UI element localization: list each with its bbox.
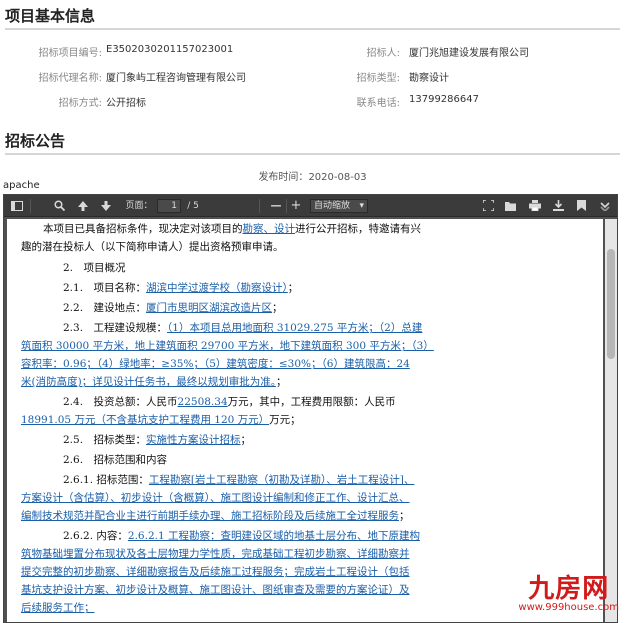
toolbar-separator bbox=[259, 199, 260, 213]
toolbar-separator bbox=[286, 199, 287, 213]
info-label-agent: 招标代理名称: bbox=[38, 73, 102, 84]
doc-line: 编制技术规范并配合业主进行前期手续办理、施工招标阶段及后续施工全过程服务； bbox=[21, 510, 410, 522]
watermark-logo: 九房网 bbox=[528, 574, 610, 604]
more-tools-icon[interactable] bbox=[598, 195, 612, 217]
doc-line: 2.6.1. 招标范围：工程勘察[岩土工程勘察（初勘及详勘）、岩土工程设计]、 bbox=[63, 474, 415, 486]
section-title-announcement: 招标公告 bbox=[5, 132, 66, 150]
info-value-tender-method: 公开招标 bbox=[106, 98, 146, 109]
zoom-out-button[interactable]: — bbox=[269, 195, 283, 217]
info-label-phone: 联系电话: bbox=[356, 98, 400, 109]
doc-line: 2.6. 招标范围和内容 bbox=[63, 454, 168, 466]
publish-date: 发布时间：2020-08-03 bbox=[0, 168, 625, 183]
info-label-tender-type: 招标类型: bbox=[356, 73, 400, 84]
publish-date-value: 2020-08-03 bbox=[308, 172, 367, 183]
info-value-tender-type: 勘察设计 bbox=[409, 73, 449, 84]
apache-label: apache bbox=[3, 180, 40, 191]
doc-line: 18991.05 万元（不含基坑支护工程费用 120 万元）万元； bbox=[21, 414, 301, 426]
presentation-mode-icon[interactable] bbox=[481, 195, 495, 217]
bookmark-icon[interactable] bbox=[574, 195, 588, 217]
doc-line: 2.4. 投资总额：人民币22508.34万元，其中，工程费用限额：人民币 bbox=[63, 396, 396, 408]
search-icon[interactable] bbox=[52, 195, 66, 217]
info-value-project-code: E3502030201157023001 bbox=[106, 44, 234, 55]
info-value-agent: 厦门象屿工程咨询管理有限公司 bbox=[106, 73, 246, 84]
info-label-tenderer: 招标人: bbox=[366, 48, 400, 59]
info-value-tenderer: 厦门兆旭建设发展有限公司 bbox=[409, 48, 529, 59]
doc-line: 2.6.2. 内容：2.6.2.1 工程勘察：查明建设区域的地基土层分布、地下原… bbox=[63, 530, 420, 542]
pdf-page: 本项目已具备招标条件，现决定对该项目的勘察、设计进行公开招标，特邀请有兴 趣的潜… bbox=[7, 219, 603, 622]
doc-line: 提交完整的初步勘察、详细勘察报告及后续施工过程服务；完成岩土工程设计（包括 bbox=[21, 566, 410, 578]
zoom-in-button[interactable]: + bbox=[289, 195, 303, 217]
doc-line: 2.5. 招标类型：实施性方案设计招标； bbox=[63, 434, 252, 446]
download-icon[interactable] bbox=[551, 195, 565, 217]
doc-line: 筑面积 30000 平方米，地上建筑面积 29700 平方米，地下建筑面积 30… bbox=[21, 340, 434, 352]
doc-line: 方案设计（含估算）、初步设计（含概算）、施工图设计编制和修正工作、设计汇总、 bbox=[21, 492, 410, 504]
doc-heading: 2. 项目概况 bbox=[63, 262, 126, 274]
open-file-icon[interactable] bbox=[504, 195, 518, 217]
section-divider bbox=[5, 28, 620, 30]
watermark-url: www.999house.com bbox=[518, 602, 619, 613]
doc-line: 容积率：0.96；（4）绿地率：≥35%；（5）建筑密度：≤30%；（6）建筑限… bbox=[21, 358, 410, 370]
chevron-down-icon: ▾ bbox=[359, 201, 364, 211]
doc-line: 本项目已具备招标条件，现决定对该项目的勘察、设计进行公开招标，特邀请有兴 bbox=[43, 223, 421, 235]
info-value-phone: 13799286647 bbox=[409, 94, 479, 105]
scrollbar-thumb[interactable] bbox=[607, 249, 615, 359]
sidebar-toggle-icon[interactable] bbox=[10, 195, 24, 217]
section-divider bbox=[5, 153, 620, 155]
page-number-input[interactable]: 1 bbox=[157, 199, 181, 213]
doc-line: 趣的潜在投标人（以下简称申请人）提出资格预审申请。 bbox=[21, 241, 284, 253]
doc-line: 2.1. 项目名称：湖滨中学过渡学校（勘察设计）； bbox=[63, 282, 299, 294]
publish-date-label: 发布时间： bbox=[258, 172, 309, 183]
doc-line: 米(消防高度)；详见设计任务书，最终以规划审批为准。； bbox=[21, 376, 287, 388]
pdf-viewer: 页面： 1 / 5 — + 自动缩放 ▾ 本项目已具备招标条件，现决定对该项目的… bbox=[3, 194, 618, 623]
page-label: 页面： bbox=[125, 201, 153, 211]
page-total: / 5 bbox=[187, 201, 199, 211]
vertical-scrollbar[interactable] bbox=[605, 219, 617, 622]
print-icon[interactable] bbox=[528, 195, 542, 217]
info-label-project-code: 招标项目编号: bbox=[38, 48, 102, 59]
doc-line: 基坑支护设计方案、初步设计及概算、施工图设计、图纸审查及需要的方案论证）及 bbox=[21, 584, 410, 596]
doc-line: 筑物基础埋置分布现状及各土层物理力学性质，完成基础工程初步勘察、详细勘察并 bbox=[21, 548, 410, 560]
zoom-select-value: 自动缩放 bbox=[314, 201, 351, 211]
section-title-basic-info: 项目基本信息 bbox=[5, 7, 96, 25]
watermark: 九房网 www.999house.com bbox=[518, 576, 619, 613]
zoom-select[interactable]: 自动缩放 ▾ bbox=[310, 199, 368, 213]
next-page-icon[interactable] bbox=[99, 195, 113, 217]
pdf-toolbar: 页面： 1 / 5 — + 自动缩放 ▾ bbox=[4, 195, 617, 217]
doc-line: 2.2. 建设地点：厦门市思明区湖滨改造片区； bbox=[63, 302, 283, 314]
info-label-tender-method: 招标方式: bbox=[58, 98, 102, 109]
doc-line: 后续服务工作； bbox=[21, 602, 95, 614]
previous-page-icon[interactable] bbox=[76, 195, 90, 217]
toolbar-separator bbox=[30, 199, 31, 213]
doc-line: 2.3. 工程建设规模：（1）本项目总用地面积 31029.275 平方米；（2… bbox=[63, 322, 423, 334]
